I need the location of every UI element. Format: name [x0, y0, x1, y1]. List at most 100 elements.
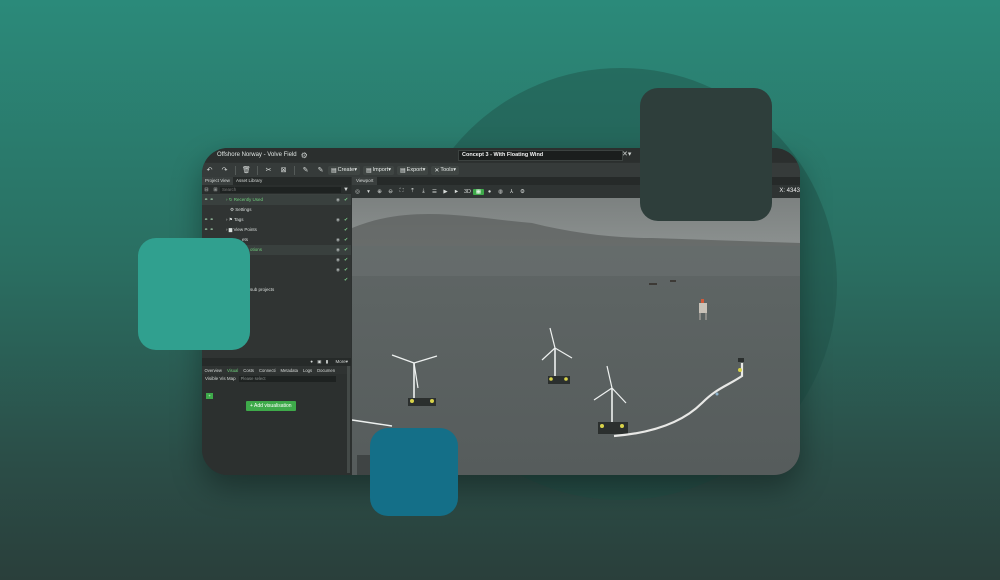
- check-icon[interactable]: ✔: [344, 215, 348, 225]
- align-bottom-icon[interactable]: ⤓: [418, 188, 429, 195]
- decorative-teal-square: [138, 238, 250, 350]
- visibility-icon[interactable]: ◉: [336, 245, 340, 255]
- layers-icon[interactable]: ☰: [429, 189, 440, 195]
- check-icon[interactable]: ✔: [344, 245, 348, 255]
- create-label: Create: [337, 167, 355, 173]
- more-button[interactable]: More▾: [332, 359, 348, 364]
- tree-item-label: › ▆ View Points: [226, 227, 257, 232]
- box-select-icon[interactable]: ⊠: [276, 166, 291, 174]
- add-visualisation-button[interactable]: + Add visualisation: [246, 401, 296, 411]
- vessel: [670, 280, 676, 282]
- check-icon[interactable]: ✔: [344, 255, 348, 265]
- tree-item-label: ⚙ Settings: [230, 207, 252, 212]
- video-icon[interactable]: ▶: [440, 189, 451, 195]
- tree-item-label: › ↻ Recently Used: [226, 197, 264, 202]
- properties-panel: ● ▣ ▮ More▾ Overview Visual Costs Connec…: [202, 358, 351, 475]
- orientation-widget[interactable]: [357, 455, 371, 475]
- tools-menu-button[interactable]: ✕ Tools ▾: [431, 165, 459, 175]
- floating-foundation: [598, 422, 628, 434]
- app-title: Offshore Norway - Volve Field: [217, 152, 297, 158]
- tab-costs[interactable]: Costs: [241, 368, 257, 373]
- tab-logs[interactable]: Logs: [301, 368, 315, 373]
- delete-icon[interactable]: 🗑: [239, 166, 254, 174]
- mode-3d-button[interactable]: 3D: [462, 189, 473, 195]
- chevron-down-icon[interactable]: ▾: [363, 189, 374, 195]
- visibility-icon[interactable]: ◉: [336, 235, 340, 245]
- zoom-out-icon[interactable]: ⊖: [385, 189, 396, 195]
- check-icon[interactable]: ✔: [344, 265, 348, 275]
- decorative-blue-square: [370, 428, 458, 516]
- properties-header: ● ▣ ▮ More▾: [202, 358, 351, 366]
- create-menu-button[interactable]: ▤ Create ▾: [328, 165, 360, 175]
- sea-haze: [352, 246, 800, 276]
- expand-icon[interactable]: ⊞: [211, 187, 220, 193]
- properties-tabs: Overview Visual Costs Connecti Metadata …: [202, 366, 351, 374]
- pencil-icon[interactable]: ✎: [298, 166, 313, 174]
- tree-item-settings[interactable]: ⚙ Settings: [202, 205, 351, 215]
- tree-item-label: otions: [250, 247, 263, 252]
- import-menu-button[interactable]: ▤ Import ▾: [362, 165, 394, 175]
- link-icon: ⚭ ⚭: [204, 197, 214, 203]
- vis-map-select[interactable]: Please select: [238, 375, 336, 382]
- check-icon[interactable]: ✔: [344, 225, 348, 235]
- tab-project-view[interactable]: Project View: [202, 177, 233, 185]
- check-icon[interactable]: ✔: [344, 275, 348, 285]
- add-small-button[interactable]: +: [206, 393, 213, 399]
- vessel: [649, 283, 657, 285]
- tab-asset-library[interactable]: Asset Library: [233, 177, 265, 185]
- filter-icon[interactable]: ▼: [341, 187, 351, 193]
- tree-item-view-points[interactable]: ⚭ ⚭ › ▆ View Points ✔: [202, 225, 351, 235]
- tree-item-label: › ⚑ Tags: [226, 217, 244, 222]
- export-menu-button[interactable]: ▤ Export ▾: [396, 165, 429, 175]
- lock-icon[interactable]: ▣: [317, 359, 321, 364]
- tab-visual[interactable]: Visual: [224, 368, 240, 373]
- toolbar-divider: [294, 165, 295, 175]
- pin-icon[interactable]: ●: [310, 359, 313, 364]
- check-icon[interactable]: ✔: [344, 235, 348, 245]
- align-top-icon[interactable]: ⤒: [407, 188, 418, 195]
- tab-metadata[interactable]: Metadata: [278, 368, 300, 373]
- grid-toggle-icon[interactable]: ▦: [473, 188, 484, 195]
- shading-icon[interactable]: ◍: [495, 189, 506, 195]
- redo-icon[interactable]: ↷: [217, 166, 232, 174]
- tools-dropdown-icon[interactable]: ✕▾: [622, 150, 631, 158]
- sphere-icon[interactable]: ●: [484, 189, 495, 195]
- concept-selector[interactable]: Concept 3 - With Floating Wind: [458, 150, 623, 161]
- tab-overview[interactable]: Overview: [202, 368, 224, 373]
- tree-item-recently-used[interactable]: ⚭ ⚭ › ↻ Recently Used ◉ ✔: [202, 195, 351, 205]
- measure-icon[interactable]: ⅄: [506, 189, 517, 195]
- check-icon[interactable]: ✔: [344, 195, 348, 205]
- wrench-icon: ✕: [434, 167, 440, 174]
- export-icon: ▤: [399, 167, 406, 174]
- vis-map-row: Visible Vis Map Please select: [202, 374, 351, 383]
- tools-label: Tools: [440, 167, 454, 173]
- fit-view-icon[interactable]: ⛶: [396, 188, 407, 195]
- play-icon[interactable]: ►: [451, 189, 462, 195]
- tab-connections[interactable]: Connecti: [257, 368, 279, 373]
- document-icon: ▤: [331, 167, 337, 174]
- gear-icon[interactable]: ⚙: [517, 189, 528, 195]
- trash-icon[interactable]: ▮: [326, 359, 328, 364]
- brush-icon[interactable]: ✎: [313, 166, 328, 174]
- cut-icon[interactable]: ✂: [261, 166, 276, 174]
- link-icon: ⚭ ⚭: [204, 217, 214, 223]
- scrollbar[interactable]: [347, 366, 350, 473]
- cable-buoy: [738, 368, 742, 372]
- tab-viewport[interactable]: Viewport: [352, 177, 378, 185]
- undo-icon[interactable]: ↶: [202, 166, 217, 174]
- visibility-icon[interactable]: ◉: [336, 195, 340, 205]
- toolbar-divider: [257, 165, 258, 175]
- search-input[interactable]: [220, 186, 341, 193]
- search-row: ⊟ ⊞ ▼: [202, 185, 351, 195]
- tree-item-label: sub projects: [250, 287, 275, 292]
- tab-documents[interactable]: Documen: [315, 368, 338, 373]
- visibility-icon[interactable]: ◉: [336, 215, 340, 225]
- zoom-in-icon[interactable]: ⊕: [374, 189, 385, 195]
- settings-icon[interactable]: ⚙: [301, 151, 308, 160]
- visibility-icon[interactable]: ◉: [336, 255, 340, 265]
- visibility-icon[interactable]: ◉: [336, 265, 340, 275]
- collapse-icon[interactable]: ⊟: [202, 187, 211, 193]
- import-label: Import: [372, 167, 389, 173]
- tree-item-tags[interactable]: ⚭ ⚭ › ⚑ Tags ◉ ✔: [202, 215, 351, 225]
- camera-mode-icon[interactable]: ◎: [352, 189, 363, 195]
